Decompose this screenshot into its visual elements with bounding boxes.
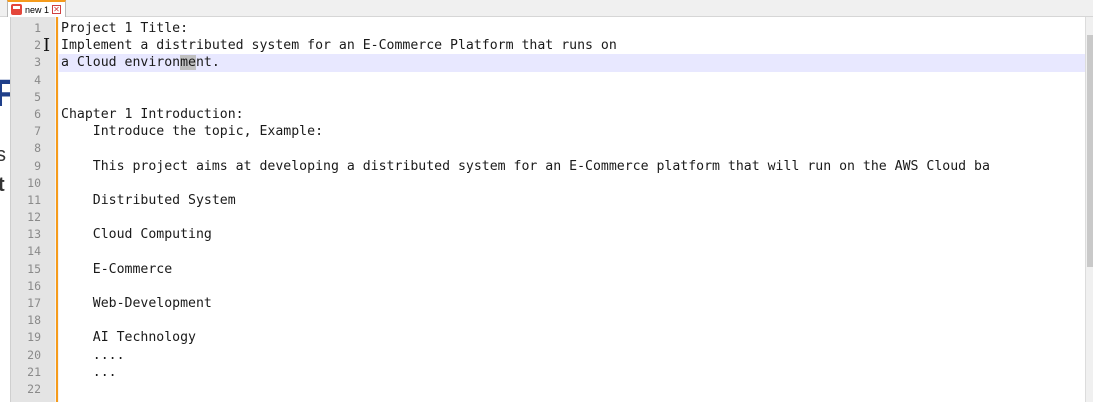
line-number: 21 [27, 364, 41, 379]
code-text: a Cloud environ [61, 55, 181, 71]
code-line[interactable] [61, 72, 1085, 89]
tab-label: new 1 [25, 4, 50, 15]
line-number: 3 [34, 55, 41, 70]
line-number: 17 [27, 296, 41, 310]
line-number: 22 [27, 381, 41, 396]
line-number: 13 [27, 227, 41, 242]
i-beam-cursor-icon: I [43, 35, 51, 56]
code-line[interactable]: .... [61, 347, 1085, 364]
code-line[interactable]: a Cloud environment. [61, 54, 1085, 71]
line-number: 4 [34, 72, 41, 87]
code-line[interactable]: Chapter 1 Introduction: [61, 106, 1085, 123]
code-line[interactable]: ... [61, 364, 1085, 381]
tab-bar: new 1 ✕ [0, 0, 1093, 17]
editor-pane[interactable]: 1 2 3 4 5 6 7 8 9 10 11 12 13 14 15 16 17 18 19 20 21 22 Proj… [10, 17, 1093, 402]
code-line[interactable]: Cloud Computing [61, 226, 1085, 243]
line-number: 6 [34, 106, 41, 121]
code-line[interactable] [61, 175, 1085, 192]
line-number: 8 [34, 141, 41, 156]
line-number: 16 [27, 278, 41, 293]
code-line[interactable]: Project 1 Title: [61, 20, 1085, 37]
code-line[interactable]: AI Technology [61, 329, 1085, 346]
code-line[interactable] [61, 89, 1085, 106]
selected-text: me [180, 55, 196, 71]
code-line[interactable] [61, 243, 1085, 260]
line-number: 20 [27, 347, 41, 362]
line-numbers: 1 2 3 4 5 6 7 8 9 10 11 12 13 14 15 16 17 18 19 20 21 22 [11, 20, 41, 398]
code-line[interactable] [61, 312, 1085, 329]
code-line[interactable]: E-Commerce [61, 261, 1085, 278]
vertical-scrollbar[interactable] [1085, 17, 1093, 402]
line-number: 10 [27, 175, 41, 190]
line-number: 15 [27, 261, 41, 276]
line-number: 12 [27, 210, 41, 225]
code-text: nt. [195, 55, 220, 71]
tab-new-1[interactable]: new 1 ✕ [7, 0, 67, 17]
text-area[interactable]: Project 1 Title: Implement a distributed … [61, 20, 1085, 398]
close-icon[interactable]: ✕ [52, 5, 62, 14]
background-glyph: F [0, 75, 10, 113]
background-glyph: t [0, 174, 5, 196]
change-history-bar [56, 17, 58, 402]
code-line[interactable]: Introduce the topic, Example: [61, 123, 1085, 140]
code-line[interactable]: Implement a distributed system for an E-… [61, 37, 1085, 54]
line-number: 18 [27, 313, 41, 328]
notepad-window: F s t new 1 ✕ 12345678910111213141516171… [0, 0, 1093, 402]
line-number-gutter: 1 2 3 4 5 6 7 8 9 10 11 12 13 14 15 16 17 18 19 20 21 22 [10, 17, 55, 402]
code-line[interactable] [61, 278, 1085, 295]
code-line[interactable]: Web-Development [61, 295, 1085, 312]
line-number: 2 [34, 38, 41, 53]
code-line[interactable] [61, 381, 1085, 398]
line-number: 19 [27, 330, 41, 345]
line-number: 11 [27, 192, 41, 207]
code-line[interactable] [61, 209, 1085, 226]
background-glyph: s [0, 144, 6, 166]
line-number: 1 [34, 21, 41, 35]
code-line[interactable]: This project aims at developing a distri… [61, 158, 1085, 175]
code-line[interactable]: Distributed System [61, 192, 1085, 209]
line-number: 7 [34, 124, 41, 139]
disk-icon [11, 4, 22, 15]
line-number: 5 [34, 89, 41, 104]
line-number: 14 [27, 244, 41, 259]
line-number: 9 [34, 158, 41, 173]
background-slide: F s t [0, 17, 10, 402]
scrollbar-thumb[interactable] [1087, 35, 1093, 267]
code-line[interactable] [61, 140, 1085, 157]
